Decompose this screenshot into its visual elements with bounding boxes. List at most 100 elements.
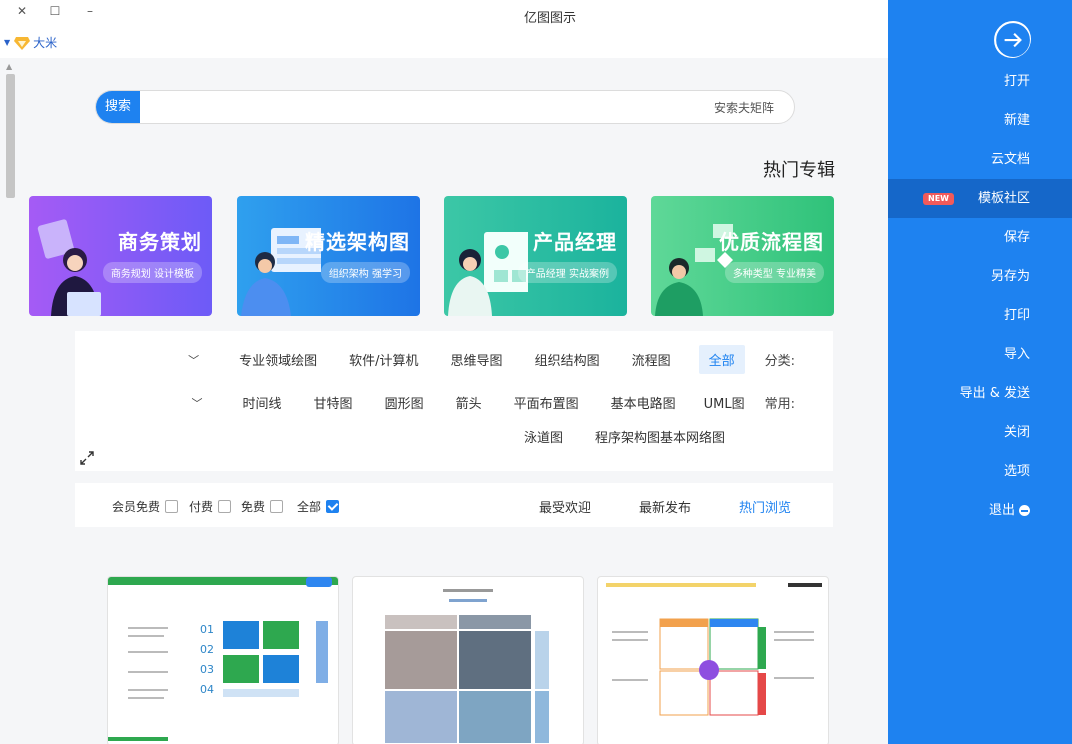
sidebar-item-open[interactable]: 打开: [888, 62, 1072, 101]
sidebar-item-label: 另存为: [990, 269, 1030, 284]
svg-text:04: 04: [200, 683, 214, 696]
checkbox-label: 付费: [189, 500, 214, 514]
sidebar-item-import[interactable]: 导入: [888, 335, 1072, 374]
banner-title: 商务策划: [118, 230, 202, 254]
banner-product-manager[interactable]: 产品经理 产品经理 实战案例: [444, 196, 627, 316]
svg-text:02: 02: [200, 643, 214, 656]
template-thumbnail: [385, 589, 549, 743]
title-bar: ✕ ☐ – 亿图图示: [0, 0, 888, 30]
new-badge: NEW: [923, 193, 954, 205]
common-swimlane[interactable]: 泳道图: [524, 427, 563, 446]
template-card[interactable]: [352, 576, 584, 744]
banner-title: 优质流程图: [719, 230, 824, 254]
sidebar-item-options[interactable]: 选项: [888, 452, 1072, 491]
sort-latest[interactable]: 最新发布: [639, 497, 691, 516]
chevron-down-icon[interactable]: ﹀: [188, 352, 199, 368]
template-thumbnail: 01 02 03 04: [108, 577, 338, 741]
category-org-chart[interactable]: 组织结构图: [535, 350, 600, 369]
sidebar-item-cloud[interactable]: 云文档: [888, 140, 1072, 179]
sort-popular[interactable]: 最受欢迎: [539, 497, 591, 516]
category-professional[interactable]: 专业领域绘图: [239, 350, 317, 369]
common-gantt[interactable]: 甘特图: [314, 393, 353, 412]
common-program-architecture[interactable]: 程序架构图: [595, 427, 660, 446]
scroll-thumb[interactable]: [6, 74, 15, 198]
sidebar-item-save-as[interactable]: 另存为: [888, 257, 1072, 296]
sidebar-item-exit[interactable]: 退出: [888, 491, 1072, 530]
main-content: 搜索 热门专辑 商务策划 商务规划 设计模板 精选架构图 组织架构 强学习: [0, 58, 888, 744]
template-card[interactable]: 01 02 03 04: [107, 576, 339, 744]
sidebar-item-new[interactable]: 新建: [888, 101, 1072, 140]
user-menu[interactable]: ▼ 大米: [4, 34, 57, 51]
sidebar-item-save[interactable]: 保存: [888, 218, 1072, 257]
banner-architecture[interactable]: 精选架构图 组织架构 强学习: [237, 196, 420, 316]
svg-text:01: 01: [200, 623, 214, 636]
sidebar-item-label: 导入: [1003, 347, 1030, 362]
common-row-2: 基本网络图 程序架构图 泳道图: [492, 427, 725, 446]
expand-arrows-icon[interactable]: [79, 450, 95, 466]
sidebar-item-label: 导出 & 发送: [959, 386, 1030, 401]
template-thumbnail: [606, 583, 822, 716]
common-basic-circuit[interactable]: 基本电路图: [611, 393, 676, 412]
common-arrow[interactable]: 箭头: [456, 393, 482, 412]
sort-hot[interactable]: 热门浏览: [739, 497, 791, 516]
vip-gem-icon: [14, 36, 31, 50]
sidebar-item-close[interactable]: 关闭: [888, 413, 1072, 452]
common-circle[interactable]: 圆形图: [385, 393, 424, 412]
checkbox-icon[interactable]: [218, 500, 232, 513]
category-all[interactable]: 全部: [698, 345, 745, 374]
category-software[interactable]: 软件/计算机: [349, 350, 418, 369]
search-bar: 搜索: [95, 90, 795, 124]
checkbox-paid[interactable]: 付费: [189, 498, 232, 515]
common-basic-network[interactable]: 基本网络图: [660, 427, 725, 446]
banner-subtitle: 组织架构 强学习: [320, 262, 410, 283]
woman-presenter-illustration: [448, 232, 528, 316]
search-button[interactable]: 搜索: [96, 91, 140, 123]
checkbox-icon[interactable]: [165, 500, 179, 513]
svg-text:03: 03: [200, 663, 214, 676]
minus-circle-icon: [1019, 505, 1030, 516]
caret-down-icon: ▼: [4, 38, 11, 47]
search-input[interactable]: [144, 91, 784, 123]
category-mind-map[interactable]: 思维导图: [451, 350, 503, 369]
sidebar-item-label: 云文档: [990, 152, 1030, 167]
common-label: 常用:: [764, 397, 795, 412]
banner-subtitle: 多种类型 专业精美: [724, 262, 824, 283]
woman-illustration: [37, 219, 101, 316]
common-floor-plan[interactable]: 平面布置图: [514, 393, 579, 412]
banner-title: 产品经理: [533, 230, 617, 254]
sidebar-item-template-community[interactable]: NEW 模板社区: [888, 179, 1072, 218]
sidebar-item-export[interactable]: 导出 & 发送: [888, 374, 1072, 413]
banner-flowchart[interactable]: 优质流程图 多种类型 专业精美: [651, 196, 834, 316]
vertical-scrollbar[interactable]: ▲: [3, 62, 17, 744]
chevron-down-icon[interactable]: ﹀: [192, 395, 203, 411]
sidebar-item-label: 选项: [1003, 464, 1030, 479]
sort-panel: 热门浏览 最新发布 最受欢迎 全部 免费 付费 会员免费: [75, 483, 833, 527]
checkbox-member-free[interactable]: 会员免费: [112, 498, 179, 515]
sidebar-item-label: 模板社区: [977, 191, 1030, 206]
sidebar-item-label: 关闭: [1003, 425, 1030, 440]
scroll-up-icon[interactable]: ▲: [6, 62, 12, 71]
common-row: 常用: UML图 基本电路图 平面布置图 箭头 圆形图 甘特图 时间线 ﹀: [192, 393, 795, 413]
checkbox-icon[interactable]: [270, 500, 284, 513]
banner-subtitle: 产品经理 实战案例: [517, 262, 617, 283]
banner-title: 精选架构图: [305, 230, 410, 254]
sidebar-item-print[interactable]: 打印: [888, 296, 1072, 335]
category-flowchart[interactable]: 流程图: [632, 350, 671, 369]
checkbox-label: 全部: [297, 500, 322, 514]
template-card[interactable]: [597, 576, 829, 744]
sidebar-item-exit-wrap: 退出: [989, 491, 1030, 530]
hot-albums-title: 热门专辑: [763, 160, 835, 181]
sidebar-item-label: 打开: [1003, 74, 1030, 89]
checkbox-label: 会员免费: [112, 500, 161, 514]
sidebar-item-label: 打印: [1003, 308, 1030, 323]
checkbox-all[interactable]: 全部: [297, 498, 340, 515]
checkbox-icon[interactable]: [326, 500, 340, 513]
banner-subtitle: 商务规划 设计模板: [102, 262, 202, 283]
common-timeline[interactable]: 时间线: [243, 393, 282, 412]
checkbox-free[interactable]: 免费: [241, 498, 284, 515]
common-uml[interactable]: UML图: [704, 393, 745, 412]
back-arrow-icon[interactable]: [993, 20, 1031, 58]
banner-business-plan[interactable]: 商务策划 商务规划 设计模板: [29, 196, 212, 316]
category-label: 分类:: [764, 354, 795, 369]
sidebar-item-label: 新建: [1003, 113, 1030, 128]
